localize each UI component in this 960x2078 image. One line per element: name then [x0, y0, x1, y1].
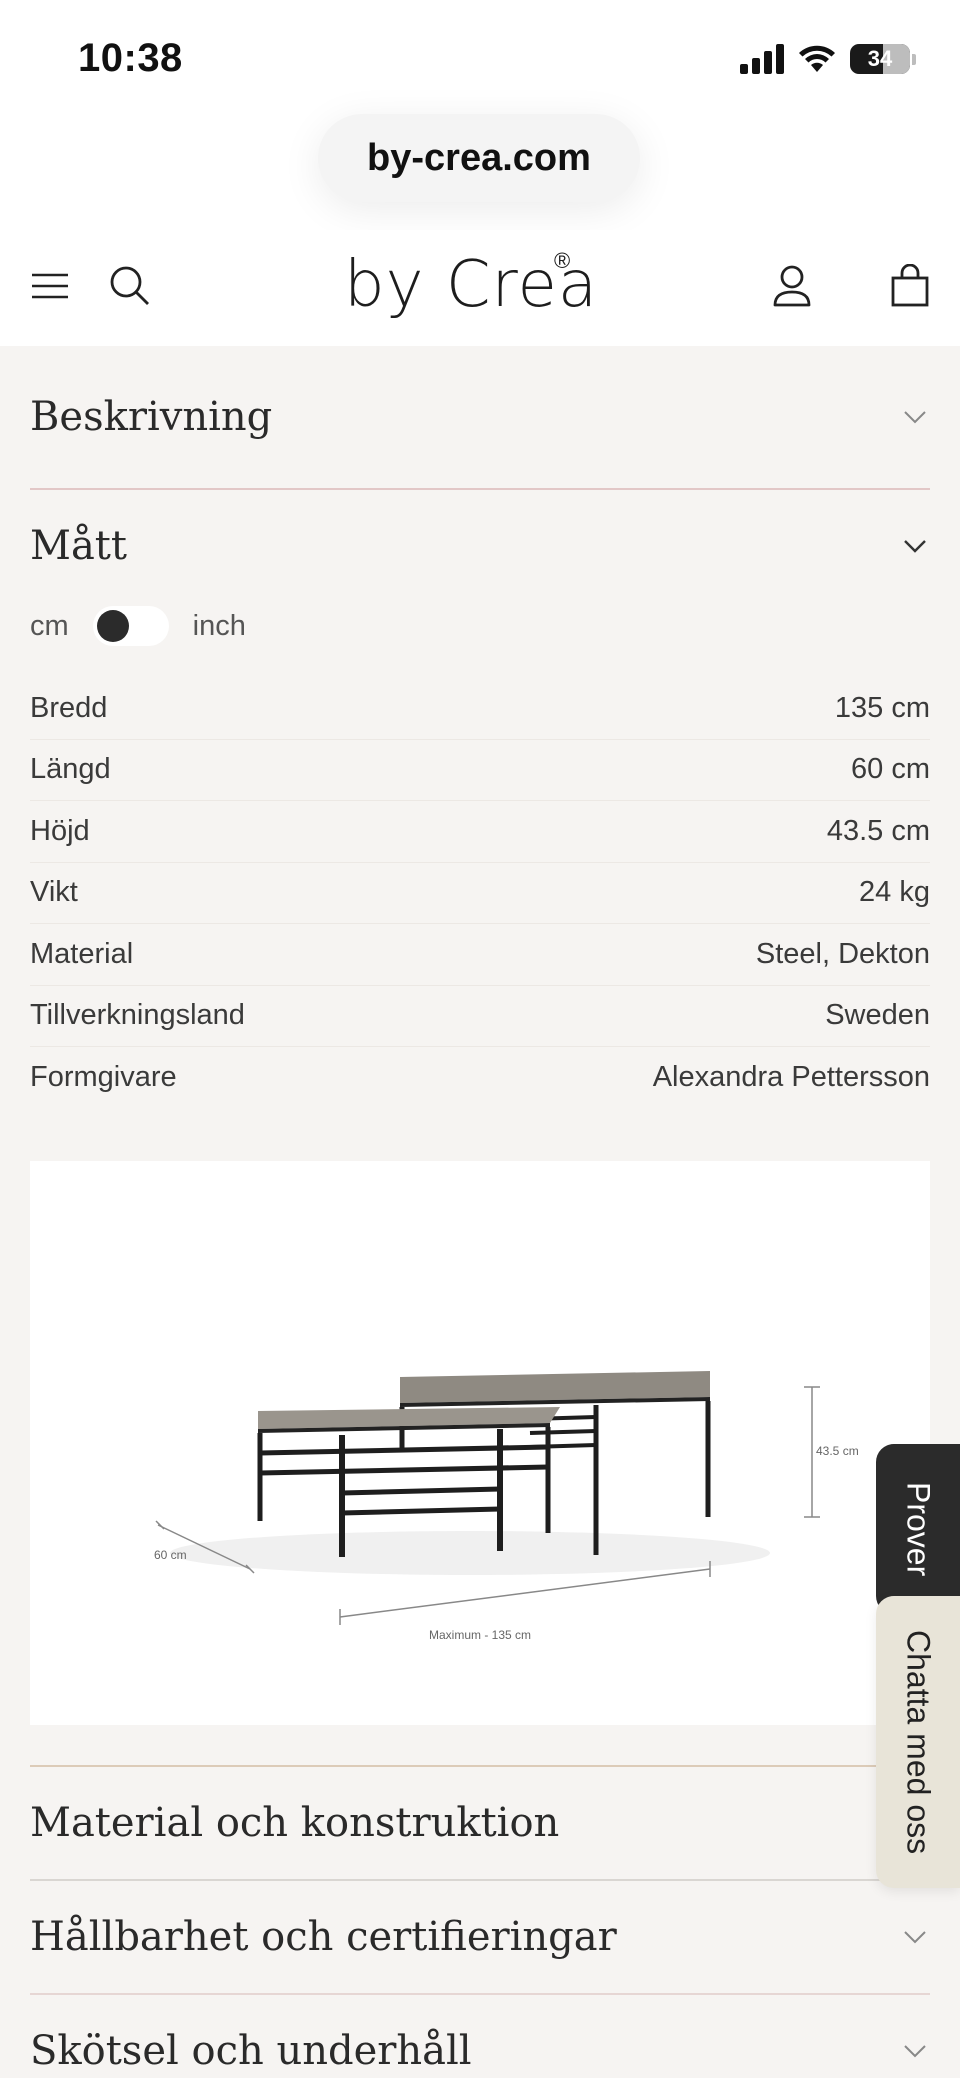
accordion-matt[interactable]: Mått — [30, 490, 930, 602]
accordion-title: Hållbarhet och certifieringar — [30, 1913, 617, 1960]
spec-value: 43.5 cm — [826, 814, 930, 847]
chevron-down-icon — [904, 540, 926, 553]
spec-row: Formgivare Alexandra Pettersson — [30, 1047, 930, 1109]
unit-toggle-row: cm inch — [30, 602, 930, 650]
site-header: by Crea ® — [0, 230, 960, 346]
spec-label: Bredd — [30, 691, 108, 724]
chevron-down-icon — [904, 2044, 926, 2057]
spec-value: 24 kg — [859, 876, 930, 909]
spec-table: Bredd 135 cm Längd 60 cm Höjd 43.5 cm Vi… — [30, 678, 930, 1109]
registered-mark: ® — [554, 248, 571, 273]
toggle-knob — [96, 610, 129, 642]
spec-row: Längd 60 cm — [30, 740, 930, 801]
unit-label-inch: inch — [192, 609, 246, 642]
battery-level: 34 — [867, 46, 893, 71]
depth-dimension-label: 60 cm — [154, 1548, 187, 1562]
spec-label: Vikt — [30, 876, 78, 909]
browser-url-area: by-crea.com — [0, 110, 960, 230]
search-icon[interactable] — [104, 260, 156, 312]
accordion-title: Mått — [30, 523, 127, 569]
dimension-image: 60 cm 43.5 cm Maximum - 135 cm — [30, 1160, 930, 1725]
spec-value: Steel, Dekton — [755, 937, 930, 970]
height-dimension-label: 43.5 cm — [816, 1444, 859, 1458]
spec-label: Formgivare — [30, 1061, 177, 1094]
url-bar[interactable]: by-crea.com — [318, 114, 640, 202]
accordion-title: Beskrivning — [30, 394, 273, 440]
status-icons: 34 — [740, 44, 916, 74]
menu-icon[interactable] — [24, 260, 76, 312]
spec-label: Tillverkningsland — [30, 999, 245, 1032]
spec-row: Vikt 24 kg — [30, 863, 930, 924]
status-time: 10:38 — [78, 36, 183, 80]
spec-label: Höjd — [30, 814, 90, 847]
accordion-beskrivning[interactable]: Beskrivning — [30, 346, 930, 488]
product-details: Beskrivning Mått cm inch Bredd 135 cm Lä… — [30, 346, 930, 2078]
chat-tab-label: Chatta med oss — [900, 1629, 937, 1855]
wifi-icon — [799, 45, 835, 72]
spec-value: 60 cm — [851, 753, 930, 786]
cellular-signal-icon — [740, 44, 784, 74]
chat-tab[interactable]: Chatta med oss — [876, 1596, 960, 1888]
accordion-title: Skötsel och underhåll — [30, 2027, 472, 2074]
width-dimension-label: Maximum - 135 cm — [429, 1628, 531, 1642]
chevron-down-icon — [904, 411, 926, 424]
chevron-down-icon — [904, 1930, 926, 1943]
accordion-hallbarhet[interactable]: Hållbarhet och certifieringar — [30, 1881, 930, 1993]
samples-tab-label: Prover — [900, 1481, 937, 1577]
spec-row: Tillverkningsland Sweden — [30, 986, 930, 1047]
shopping-bag-icon[interactable] — [884, 260, 936, 312]
spec-row: Material Steel, Dekton — [30, 924, 930, 986]
spec-row: Bredd 135 cm — [30, 678, 930, 740]
spec-row: Höjd 43.5 cm — [30, 801, 930, 863]
spec-label: Material — [30, 937, 134, 970]
account-icon[interactable] — [766, 260, 818, 312]
accordion-title: Material och konstruktion — [30, 1799, 560, 1846]
battery-icon: 34 — [850, 44, 910, 74]
unit-label-cm: cm — [30, 609, 69, 642]
spec-label: Längd — [30, 753, 111, 786]
accordion-material[interactable]: Material och konstruktion — [30, 1767, 930, 1879]
spec-value: Alexandra Pettersson — [652, 1061, 930, 1094]
spec-value: 135 cm — [834, 691, 930, 724]
accordion-skotsel[interactable]: Skötsel och underhåll — [30, 1995, 930, 2078]
samples-tab[interactable]: Prover — [876, 1444, 960, 1614]
status-bar: 10:38 34 — [0, 0, 960, 110]
spec-value: Sweden — [825, 999, 930, 1032]
unit-toggle[interactable] — [92, 606, 169, 646]
